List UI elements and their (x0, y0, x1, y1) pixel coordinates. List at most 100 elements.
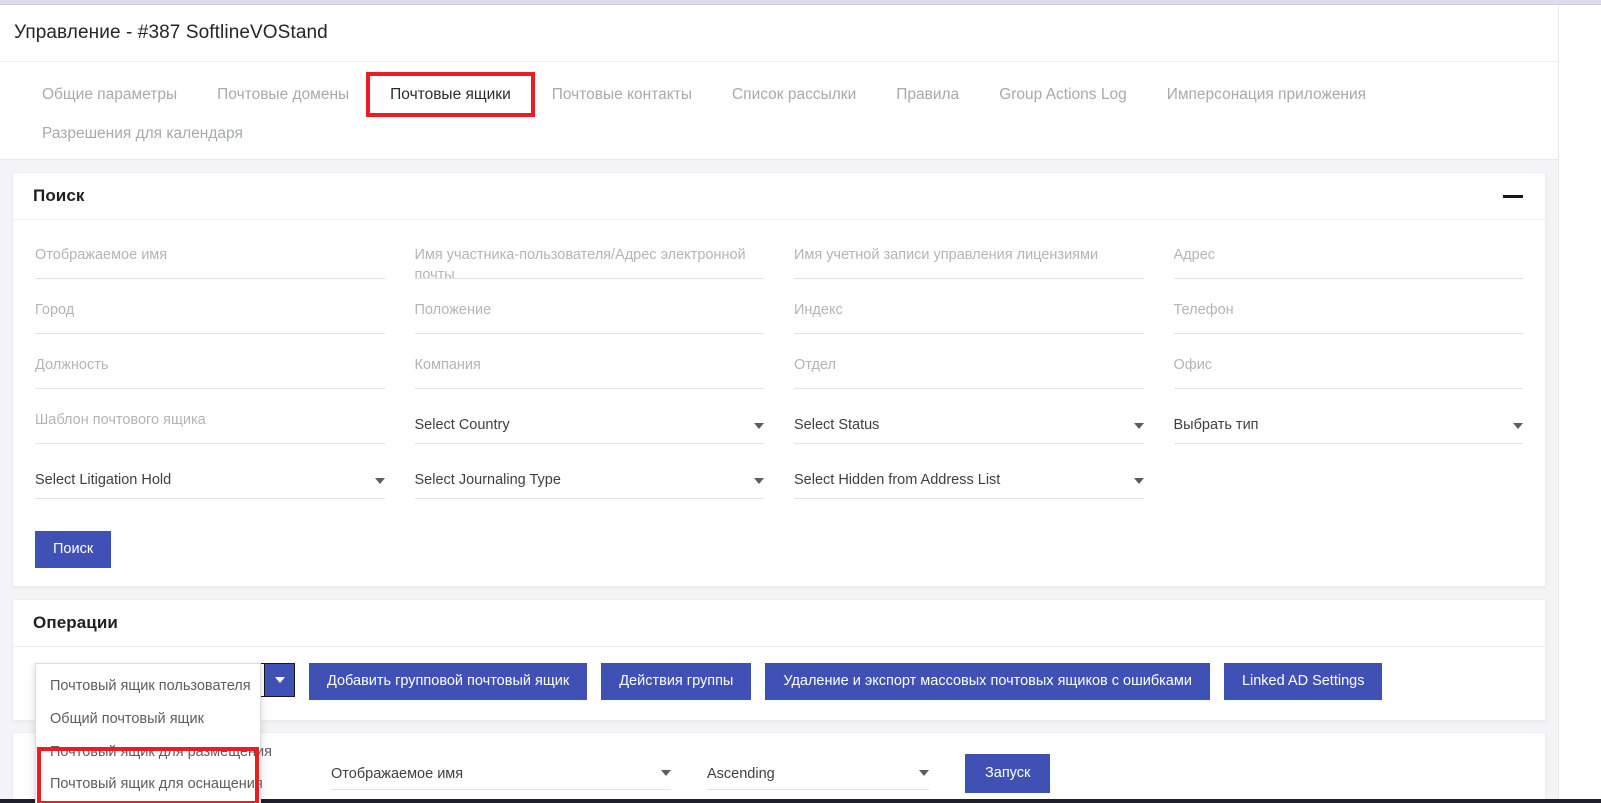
grid-spacer (1174, 454, 1524, 509)
field-mailbox-template (35, 399, 385, 454)
field-underline (794, 388, 1144, 390)
chevron-down-icon (1133, 422, 1144, 429)
field-address (1173, 234, 1523, 289)
page-title: Управление - #387 SoftlineVOStand (14, 22, 328, 43)
field-underline (794, 333, 1144, 335)
dropdown-option-equipment-mailbox[interactable]: Почтовый ящик для оснащения (36, 768, 263, 801)
operations-panel-header: Операции (13, 600, 1545, 647)
tab-obshchie-parametry[interactable]: Общие параметры (22, 75, 197, 114)
tab-pochtovye-yashchiki[interactable]: Почтовые ящики (366, 71, 535, 118)
field-underline (35, 498, 385, 500)
field-underline (794, 278, 1144, 280)
office-input[interactable] (1173, 356, 1523, 376)
add-group-mailbox-button[interactable]: Добавить групповой почтовый ящик (309, 662, 588, 700)
chevron-down-icon (919, 769, 929, 776)
position-input[interactable] (414, 301, 764, 321)
chevron-down-icon (661, 769, 671, 776)
select-journaling-type[interactable]: Select Journaling Type (414, 454, 764, 509)
dropdown-option-shared-mailbox[interactable]: Общий почтовый ящик (36, 703, 260, 736)
dropdown-option-user-mailbox[interactable]: Почтовый ящик пользователя (36, 670, 260, 703)
tab-impersonaciya-prilozheniya[interactable]: Имперсонация приложения (1147, 75, 1386, 114)
app-window: Управление - #387 SoftlineVOStand Общие … (0, 0, 1601, 803)
field-underline (1173, 443, 1523, 445)
field-underline (331, 788, 671, 790)
sort-order-value: Ascending (707, 765, 775, 782)
phone-input[interactable] (1173, 301, 1523, 321)
search-field-grid: Имя участника-пользователя/Адрес электро… (35, 234, 1523, 509)
search-button-row: Поиск (35, 509, 1523, 568)
select-type-value: Выбрать тип (1173, 416, 1259, 433)
user-principal-placeholder: Имя участника-пользователя/Адрес электро… (414, 247, 746, 283)
field-underline (1173, 388, 1523, 390)
operations-panel-body: Почтовый ящик пользователя Почтовый ящик… (13, 647, 1545, 803)
run-button[interactable]: Запуск (965, 754, 1051, 794)
tab-pravila[interactable]: Правила (876, 75, 979, 114)
mailbox-type-combo[interactable]: Почтовый ящик пользователя Почтовый ящик… (35, 662, 295, 803)
job-title-input[interactable] (35, 356, 385, 376)
tab-spisok-rassylki[interactable]: Список рассылки (712, 75, 876, 114)
group-actions-button[interactable]: Действия группы (601, 662, 752, 700)
company-input[interactable] (414, 356, 764, 376)
dropdown-option-room-mailbox[interactable]: Почтовый ящик для размещения (36, 736, 272, 769)
field-department (794, 344, 1144, 399)
field-city (35, 289, 385, 344)
tab-pochtovye-kontakty[interactable]: Почтовые контакты (532, 75, 712, 114)
select-hidden-from-address-list[interactable]: Select Hidden from Address List (794, 454, 1144, 509)
right-gutter (1558, 5, 1601, 799)
address-input[interactable] (1173, 246, 1523, 266)
mailbox-type-dropdown-menu[interactable]: Почтовый ящик пользователя Общий почтовы… (35, 662, 272, 803)
bulk-delete-export-button[interactable]: Удаление и экспорт массовых почтовых ящи… (765, 662, 1210, 700)
tab-group-actions-log[interactable]: Group Actions Log (979, 75, 1147, 114)
field-underline (414, 498, 764, 500)
select-hidden-from-address-list-value: Select Hidden from Address List (794, 471, 1001, 488)
select-status[interactable]: Select Status (794, 399, 1144, 454)
field-position (414, 289, 764, 344)
mailbox-type-dropdown-toggle[interactable] (264, 663, 294, 696)
sort-field-select[interactable]: Отображаемое имя (331, 752, 671, 796)
minus-icon[interactable] (1503, 194, 1523, 198)
field-index (794, 289, 1144, 344)
select-country[interactable]: Select Country (414, 399, 764, 454)
mailbox-template-input[interactable] (35, 411, 385, 431)
chevron-down-icon (754, 477, 764, 484)
field-underline (1173, 278, 1523, 280)
chevron-down-icon (274, 676, 285, 683)
linked-ad-settings-button[interactable]: Linked AD Settings (1223, 662, 1383, 700)
field-underline (35, 278, 385, 280)
select-litigation-hold[interactable]: Select Litigation Hold (35, 454, 385, 509)
tab-pochtovye-domeny[interactable]: Почтовые домены (197, 75, 369, 114)
field-phone (1173, 289, 1523, 344)
operations-panel-title: Операции (33, 612, 118, 632)
page-content: Управление - #387 SoftlineVOStand Общие … (0, 5, 1558, 803)
field-display-name (35, 234, 385, 289)
sort-order-select[interactable]: Ascending (707, 752, 929, 796)
index-input[interactable] (794, 301, 1144, 321)
license-account-input[interactable] (794, 246, 1144, 266)
operations-panel: Операции Почтовый ящик пользователя Почт… (12, 598, 1546, 803)
chevron-down-icon (1513, 422, 1523, 429)
field-underline (794, 443, 1144, 445)
field-office (1173, 344, 1523, 399)
field-underline (1173, 333, 1523, 335)
department-input[interactable] (794, 356, 1144, 376)
field-underline (35, 443, 385, 445)
search-panel: Поиск Имя участника-пользователя/Адрес э… (12, 172, 1546, 587)
field-underline (414, 333, 764, 335)
field-underline (35, 333, 385, 335)
city-input[interactable] (35, 301, 385, 321)
field-underline (794, 498, 1144, 500)
select-type[interactable]: Выбрать тип (1173, 399, 1523, 454)
field-underline (414, 388, 764, 390)
tab-bar: Общие параметры Почтовые домены Почтовые… (0, 62, 1558, 161)
tab-razresheniya-dlya-kalendarya[interactable]: Разрешения для календаря (22, 114, 263, 153)
search-button[interactable]: Поиск (35, 531, 112, 568)
chevron-down-icon (754, 422, 764, 429)
field-user-principal[interactable]: Имя участника-пользователя/Адрес электро… (414, 234, 764, 289)
operations-button-row: Почтовый ящик пользователя Почтовый ящик… (35, 659, 1523, 803)
search-panel-body: Имя участника-пользователя/Адрес электро… (13, 220, 1545, 586)
sort-field-value: Отображаемое имя (331, 765, 464, 782)
select-country-value: Select Country (414, 416, 510, 433)
field-company (414, 344, 764, 399)
display-name-input[interactable] (35, 246, 385, 266)
field-license-account (794, 234, 1144, 289)
